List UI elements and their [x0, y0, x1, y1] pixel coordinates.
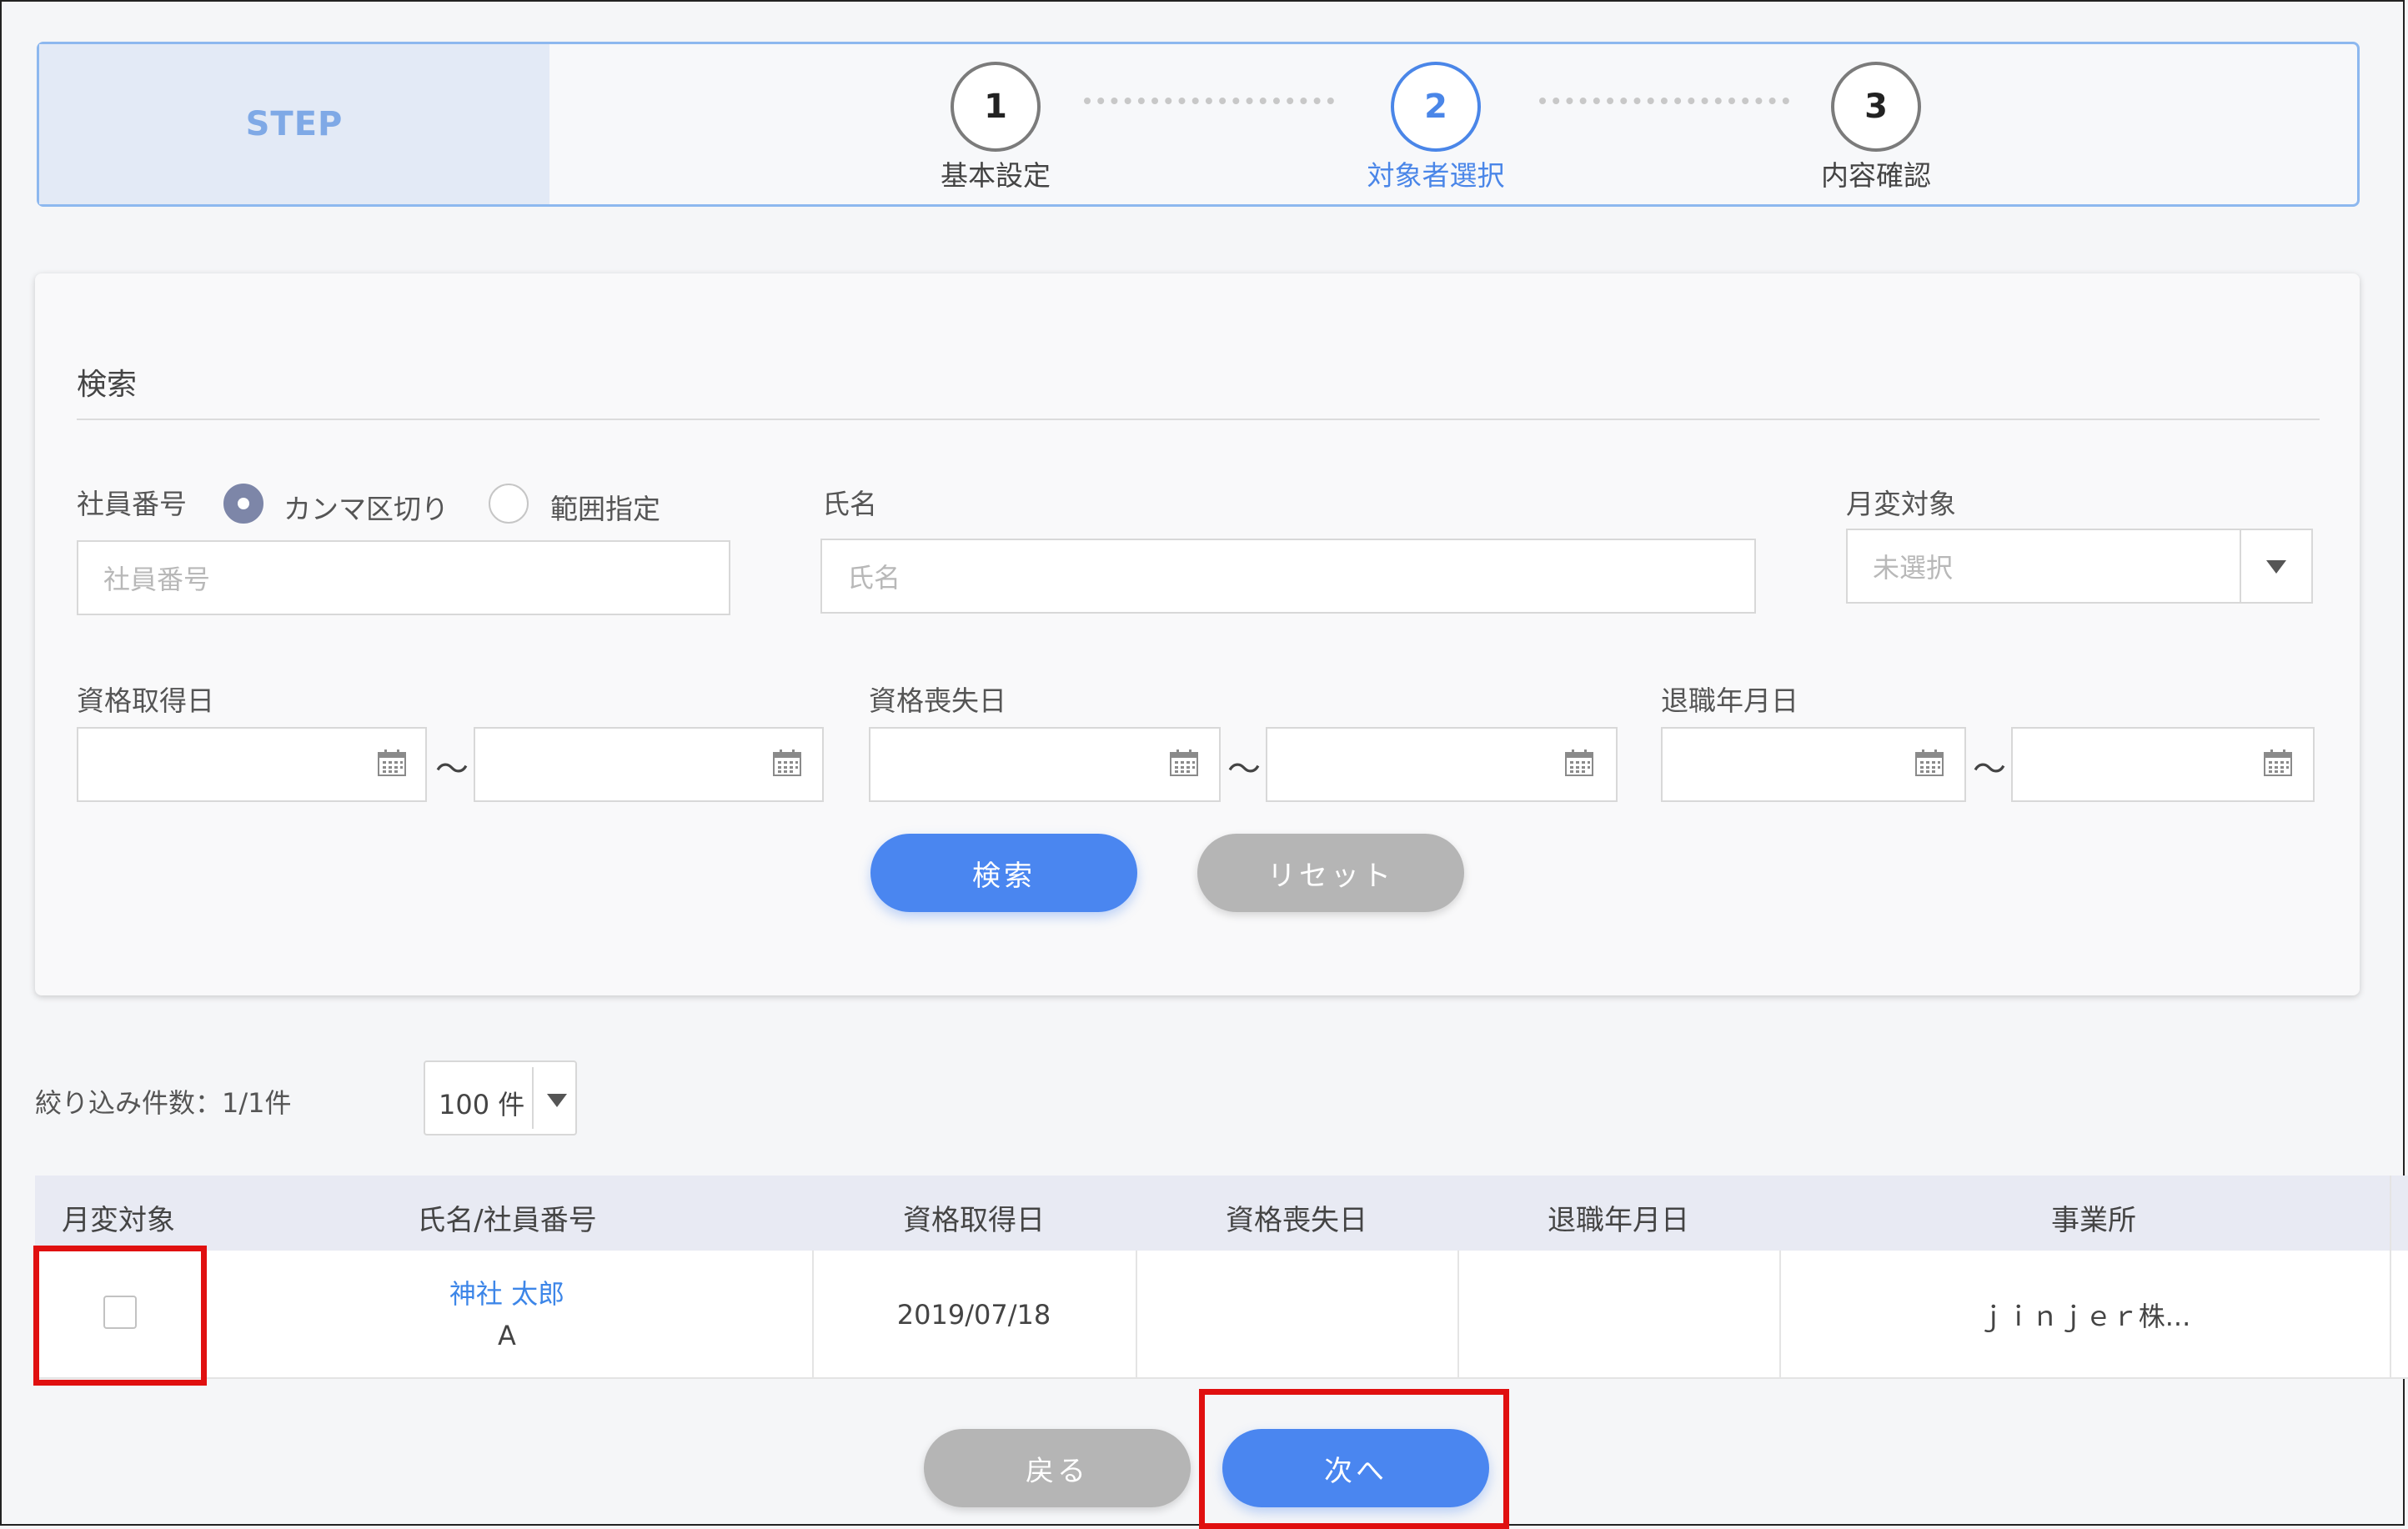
calendar-icon[interactable]: [1564, 749, 1594, 777]
calendar-icon[interactable]: [377, 749, 407, 777]
range-separator: ～: [1973, 750, 2006, 789]
per-page-select[interactable]: 100 件: [424, 1060, 577, 1135]
column-divider: [2390, 1176, 2391, 1379]
search-card: [35, 273, 2360, 995]
calendar-icon[interactable]: [1914, 749, 1944, 777]
step-1-label: 基本設定: [941, 159, 1051, 192]
employee-number-input[interactable]: 社員番号: [77, 540, 730, 615]
highlight-box: [33, 1246, 207, 1386]
monthly-change-value: 未選択: [1873, 552, 1954, 584]
search-divider: [77, 419, 2320, 420]
radio-comma[interactable]: [223, 484, 263, 524]
back-button[interactable]: 戻る: [924, 1429, 1191, 1507]
step-header: STEP: [39, 44, 549, 204]
loss-date-label: 資格喪失日: [869, 684, 1006, 717]
acquisition-date-to[interactable]: [474, 727, 824, 802]
chevron-down-icon[interactable]: [547, 1094, 567, 1107]
column-header: 資格喪失日: [1226, 1203, 1367, 1237]
search-button[interactable]: 検索: [870, 834, 1137, 912]
range-separator: ～: [435, 750, 469, 789]
calendar-icon[interactable]: [2263, 749, 2293, 777]
name-label: 氏名: [822, 488, 877, 520]
select-separator: [2240, 530, 2241, 602]
highlight-box: [1199, 1389, 1509, 1529]
column-header: 資格取得日: [903, 1203, 1045, 1237]
monthly-change-select[interactable]: 未選択: [1846, 529, 2313, 604]
loss-date-cell: [1136, 1251, 1457, 1379]
loss-date-from[interactable]: [869, 727, 1221, 802]
monthly-change-label: 月変対象: [1846, 488, 1956, 520]
name-input[interactable]: 氏名: [820, 539, 1756, 614]
employee-number: A: [498, 1320, 516, 1351]
retirement-date-label: 退職年月日: [1661, 684, 1798, 717]
acquisition-date-label: 資格取得日: [77, 684, 214, 717]
step-3-label: 内容確認: [1821, 159, 1931, 192]
select-separator: [532, 1067, 534, 1129]
column-header: 退職年月日: [1548, 1203, 1689, 1237]
acquisition-date-from[interactable]: [77, 727, 427, 802]
calendar-icon[interactable]: [1169, 749, 1199, 777]
reset-button[interactable]: リセット: [1197, 834, 1464, 912]
step-1-circle: 1: [951, 62, 1041, 152]
per-page-value: 100 件: [439, 1089, 525, 1120]
radio-range-label[interactable]: 範囲指定: [550, 487, 660, 527]
column-header: 氏名/社員番号: [417, 1203, 597, 1237]
calendar-icon[interactable]: [772, 749, 802, 777]
radio-comma-label[interactable]: カンマ区切り: [283, 487, 449, 527]
range-separator: ～: [1227, 750, 1261, 789]
result-count: 絞り込み件数：1/1件: [35, 1087, 292, 1119]
employee-number-label: 社員番号: [77, 488, 187, 520]
search-title: 検索: [77, 368, 138, 402]
retirement-date-cell: [1457, 1251, 1779, 1379]
step-connector: [1084, 98, 1334, 104]
radio-range[interactable]: [489, 484, 529, 524]
office-cell: ｊｉｎｊｅｒ株...: [1978, 1301, 2191, 1332]
step-2-circle: 2: [1391, 62, 1481, 152]
acquisition-date-cell: 2019/07/18: [896, 1299, 1051, 1331]
step-connector: [1539, 98, 1789, 104]
step-2-label: 対象者選択: [1367, 159, 1505, 192]
step-3-circle: 3: [1831, 62, 1921, 152]
employee-name-link[interactable]: 神社 太郎: [202, 1271, 812, 1314]
column-header: 事業所: [2051, 1203, 2136, 1237]
chevron-down-icon[interactable]: [2266, 560, 2286, 574]
